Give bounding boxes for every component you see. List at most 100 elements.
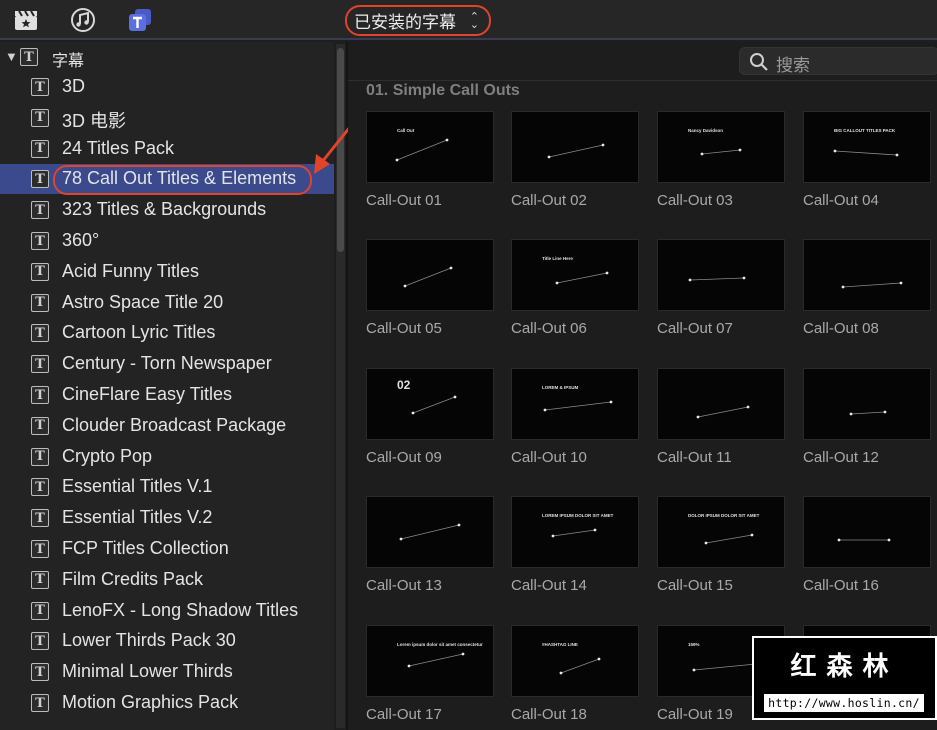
title-icon: T xyxy=(31,232,49,250)
clip-thumbnail[interactable]: 02 Call-Out 09 xyxy=(366,368,496,466)
title-icon: T xyxy=(31,570,49,589)
clip-label: Call-Out 03 xyxy=(657,192,733,209)
sidebar-item[interactable]: T 3D 电影 xyxy=(0,103,334,133)
sidebar-item[interactable]: T Lower Thirds Pack 30 xyxy=(0,626,334,656)
title-icon: T xyxy=(31,540,49,558)
sidebar-item-label: Essential Titles V.1 xyxy=(62,476,213,497)
callout-line xyxy=(404,267,452,287)
clip-thumbnail[interactable]: LOREM IPSUM DOLOR SIT AMET Call-Out 14 xyxy=(511,496,641,594)
callout-dot xyxy=(395,158,399,162)
callout-line-graphic xyxy=(837,538,891,542)
callout-line-graphic xyxy=(696,405,750,419)
clip-preview[interactable] xyxy=(657,239,785,311)
sidebar-item[interactable]: T 78 Call Out Titles & Elements xyxy=(0,164,334,195)
sidebar-item[interactable]: T Cartoon Lyric Titles xyxy=(0,318,334,348)
clip-preview[interactable] xyxy=(657,368,785,440)
clip-thumbnail[interactable]: Call-Out 12 xyxy=(803,368,933,466)
sidebar-item[interactable]: T Acid Funny Titles xyxy=(0,257,334,287)
clip-preview[interactable] xyxy=(803,368,931,440)
clip-preview[interactable] xyxy=(366,239,494,311)
search-field[interactable]: 搜索 xyxy=(739,47,937,76)
sidebar-item[interactable]: T Clouder Broadcast Package xyxy=(0,411,334,441)
sidebar-item[interactable]: T FCP Titles Collection xyxy=(0,534,334,564)
clip-preview[interactable] xyxy=(366,496,494,568)
sidebar-item[interactable]: T Crypto Pop xyxy=(0,442,334,472)
clip-preview[interactable]: Nancy Davidson xyxy=(657,111,785,183)
sidebar-item[interactable]: T Minimal Lower Thirds xyxy=(0,657,334,687)
callout-line-graphic: Lorem ipsum dolor sit amet consectetur xyxy=(397,642,483,668)
clip-thumbnail[interactable]: Title Line Here Call-Out 06 xyxy=(511,239,641,337)
callout-line xyxy=(560,658,600,674)
clip-thumbnail[interactable]: Call-Out 07 xyxy=(657,239,787,337)
clip-thumbnail[interactable]: #HASHTAG LINE Call-Out 18 xyxy=(511,625,641,723)
clip-preview[interactable]: Title Line Here xyxy=(511,239,639,311)
search-placeholder: 搜索 xyxy=(776,56,810,76)
clip-thumbnail[interactable]: LOREM & IPSUM Call-Out 10 xyxy=(511,368,641,466)
clip-thumbnail[interactable]: Nancy Davidson Call-Out 03 xyxy=(657,111,787,209)
sidebar-item[interactable]: T 323 Titles & Backgrounds xyxy=(0,195,334,225)
watermark-logo: 红森林 http://www.hoslin.cn/ xyxy=(752,636,937,720)
sidebar-item-label: Motion Graphics Pack xyxy=(62,692,239,712)
clip-preview[interactable] xyxy=(803,496,931,568)
sidebar-item-label: Minimal Lower Thirds xyxy=(62,661,233,682)
callout-dot xyxy=(543,408,547,412)
sidebar-item[interactable]: T Astro Space Title 20 xyxy=(0,288,334,318)
sidebar-item[interactable]: T Essential Titles V.2 xyxy=(0,503,334,533)
sidebar-item[interactable]: T Film Credits Pack xyxy=(0,565,334,595)
sidebar-item[interactable]: T 3D xyxy=(0,72,334,102)
titles-icon[interactable] xyxy=(126,6,154,34)
title-icon: T xyxy=(20,48,38,66)
clip-preview[interactable]: #HASHTAG LINE xyxy=(511,625,639,697)
callout-line-graphic xyxy=(399,523,461,541)
clip-thumbnail[interactable]: BIG CALLOUT TITLES PACK Call-Out 04 xyxy=(803,111,933,209)
sidebar-item-label: 323 Titles & Backgrounds xyxy=(62,199,267,220)
callout-dot xyxy=(559,671,563,675)
clip-preview[interactable] xyxy=(803,239,931,311)
sidebar-item[interactable]: T CineFlare Easy Titles xyxy=(0,380,334,410)
clip-thumbnail[interactable]: Call-Out 11 xyxy=(657,368,787,466)
clip-preview[interactable]: Lorem ipsum dolor sit amet consectetur xyxy=(366,625,494,697)
title-icon: T xyxy=(31,324,49,343)
clip-preview[interactable]: 02 xyxy=(366,368,494,440)
clip-preview[interactable]: BIG CALLOUT TITLES PACK xyxy=(803,111,931,183)
sidebar-item-label: Lower Thirds Pack 30 xyxy=(62,630,236,651)
clip-thumbnail[interactable]: Call Out Call-Out 01 xyxy=(366,111,496,209)
clapper-icon[interactable] xyxy=(12,6,40,34)
sidebar-item-label: 3D 电影 xyxy=(62,110,127,131)
music-icon[interactable] xyxy=(69,6,97,34)
clip-preview[interactable] xyxy=(511,111,639,183)
callout-line-graphic: #HASHTAG LINE xyxy=(542,642,601,675)
sidebar-item[interactable]: T 24 Titles Pack xyxy=(0,134,334,164)
callout-dot xyxy=(445,138,449,142)
sidebar-item[interactable]: T Motion Graphics Pack xyxy=(0,688,334,718)
sidebar-item-label: LenoFX - Long Shadow Titles xyxy=(62,599,299,620)
sidebar-item[interactable]: T 360° xyxy=(0,226,334,256)
clip-thumbnail[interactable]: Call-Out 02 xyxy=(511,111,641,209)
clip-thumbnail[interactable]: Call-Out 13 xyxy=(366,496,496,594)
title-icon: T xyxy=(31,201,49,220)
clip-thumbnail[interactable]: DOLOR IPSUM DOLOR SIT AMET Call-Out 15 xyxy=(657,496,787,594)
clip-thumbnail[interactable]: Call-Out 08 xyxy=(803,239,933,337)
sidebar-item[interactable]: T Essential Titles V.1 xyxy=(0,472,334,502)
clip-preview[interactable]: LOREM IPSUM DOLOR SIT AMET xyxy=(511,496,639,568)
disclosure-triangle-icon[interactable]: ▼ xyxy=(5,49,18,64)
clip-thumbnail[interactable]: Call-Out 05 xyxy=(366,239,496,337)
callout-line-graphic: Call Out xyxy=(395,128,449,162)
clip-preview[interactable]: Call Out xyxy=(366,111,494,183)
callout-dot xyxy=(742,276,746,280)
sidebar-item[interactable]: T Century - Torn Newspaper xyxy=(0,349,334,379)
chevron-updown-icon: ⌃ ⌄ xyxy=(469,10,479,31)
callout-line xyxy=(548,144,604,158)
title-icon: T xyxy=(31,108,49,127)
callout-dot xyxy=(457,523,461,527)
sidebar-item[interactable]: T LenoFX - Long Shadow Titles xyxy=(0,596,334,626)
library-select[interactable]: 已安装的字幕 ⌃ ⌄ xyxy=(345,5,491,36)
callout-dot xyxy=(399,537,403,541)
sidebar-root-titles[interactable]: ▼ T 字幕 xyxy=(0,42,334,72)
callout-dot xyxy=(692,668,696,672)
clip-preview[interactable]: DOLOR IPSUM DOLOR SIT AMET xyxy=(657,496,785,568)
thumbnail-title-text: #HASHTAG LINE xyxy=(542,642,578,647)
clip-preview[interactable]: LOREM & IPSUM xyxy=(511,368,639,440)
clip-thumbnail[interactable]: Lorem ipsum dolor sit amet consectetur Ca… xyxy=(366,625,496,723)
clip-thumbnail[interactable]: Call-Out 16 xyxy=(803,496,933,594)
